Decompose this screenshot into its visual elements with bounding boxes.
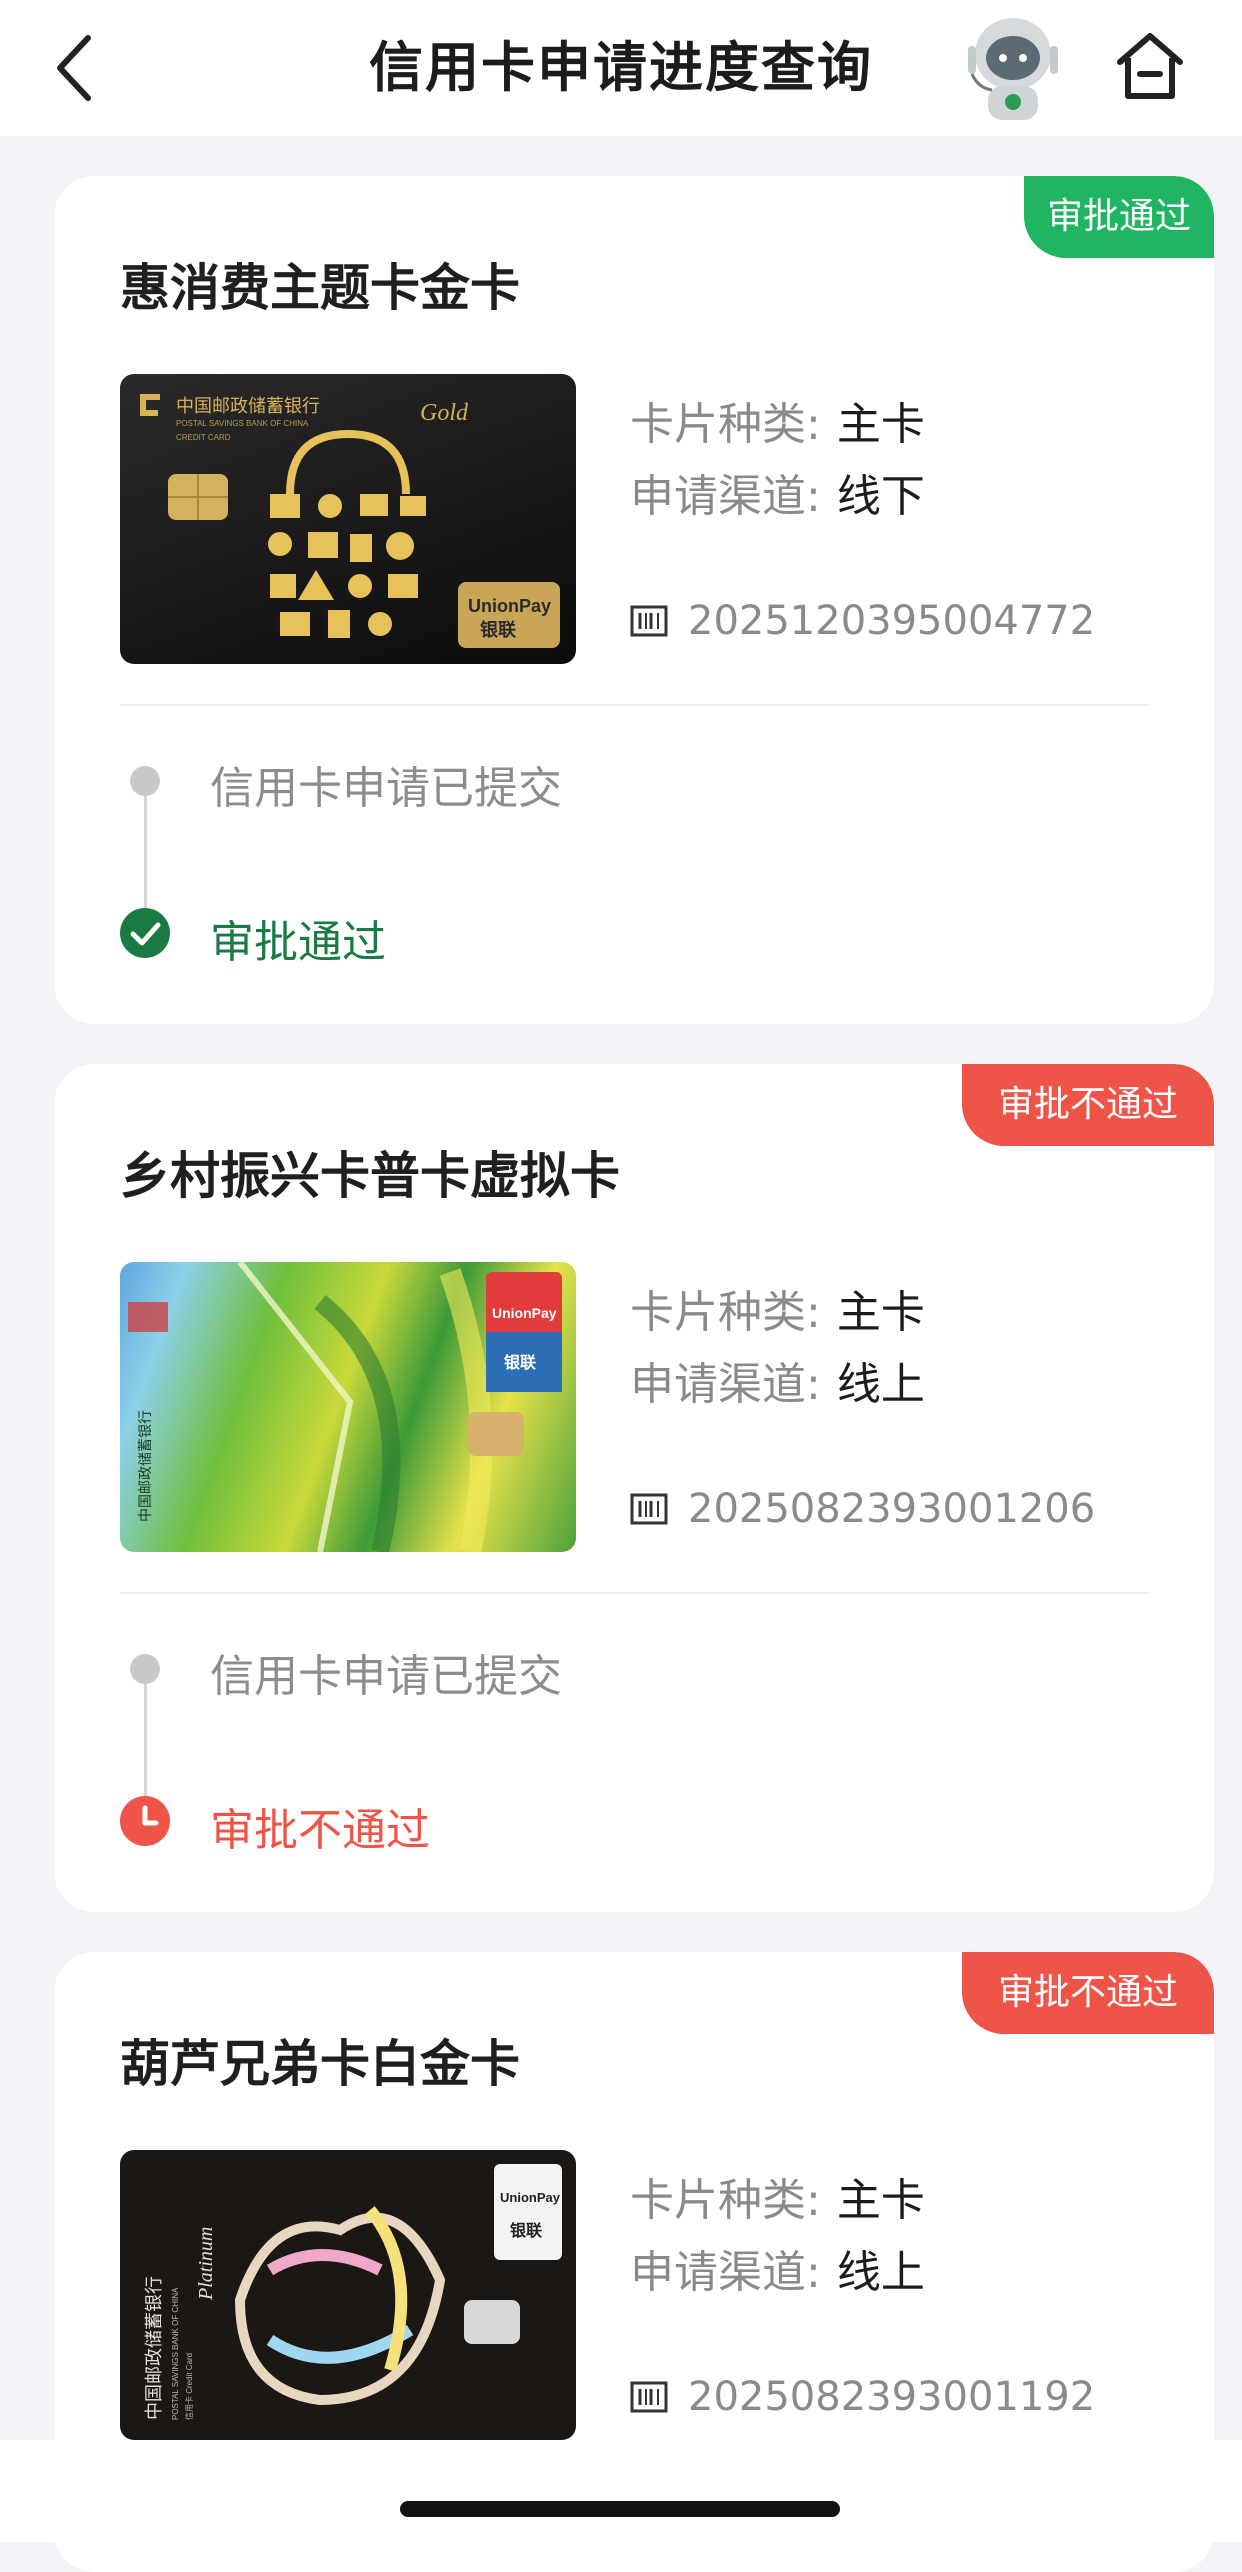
network-name-cn: 银联 [510, 2221, 542, 2240]
divider [120, 1592, 1148, 1594]
card-image: 中国邮政储蓄银行 POSTAL SAVINGS BANK OF CHINA 信用… [120, 2150, 576, 2440]
network-name-cn: 银联 [504, 1353, 536, 1372]
network-name-cn: 银联 [480, 619, 516, 640]
card-type-label: 卡片种类: [630, 1287, 821, 1338]
step-line [144, 796, 147, 916]
bank-name-en: POSTAL SAVINGS BANK OF CHINA [171, 2287, 180, 2420]
step-dot [130, 1654, 160, 1684]
channel-value: 线上 [836, 1359, 925, 1410]
step-dot [130, 766, 160, 796]
check-circle-icon [120, 908, 170, 958]
card-tier: Gold [420, 400, 469, 426]
robot-assistant-icon [968, 18, 1058, 120]
card-subtitle: CREDIT CARD [176, 433, 231, 442]
step-line [144, 1684, 147, 1804]
application-card[interactable]: 审批通过 惠消费主题卡金卡 中国邮政储蓄银行 POSTAL SAVINGS BA… [54, 176, 1214, 1024]
card-image: 中国邮政储蓄银行 POSTAL SAVINGS BANK OF CHINA CR… [120, 374, 576, 664]
card-type-row: 卡片种类: 主卡 [630, 1276, 925, 1340]
step-result: 审批不通过 [210, 1805, 430, 1856]
step-result: 审批通过 [210, 917, 386, 968]
channel-row: 申请渠道: 线上 [630, 2236, 925, 2300]
card-image: UnionPay 银联 中国邮政储蓄银行 [120, 1262, 576, 1552]
application-number-text: 2025082393001192 [688, 2374, 1096, 2420]
application-number-text: 2025120395004772 [688, 598, 1096, 644]
clock-icon [120, 1796, 170, 1846]
barcode-icon [630, 1493, 668, 1525]
status-badge: 审批不通过 [962, 1952, 1214, 2034]
card-product-name: 葫芦兄弟卡白金卡 [120, 2035, 520, 2093]
application-number: 2025082393001206 [630, 1486, 1095, 1532]
status-badge: 审批不通过 [962, 1064, 1214, 1146]
card-type-label: 卡片种类: [630, 399, 821, 450]
channel-label: 申请渠道: [630, 2247, 821, 2298]
bank-name-en: POSTAL SAVINGS BANK OF CHINA [176, 419, 309, 428]
card-type-row: 卡片种类: 主卡 [630, 2164, 925, 2228]
application-number-text: 2025082393001206 [688, 1486, 1096, 1532]
assistant-button[interactable] [958, 6, 1068, 126]
channel-label: 申请渠道: [630, 471, 821, 522]
bank-name: 中国邮政储蓄银行 [144, 2276, 164, 2420]
card-subtitle: 信用卡 Credit Card [184, 2353, 194, 2420]
home-icon [1117, 33, 1183, 99]
network-name: UnionPay [500, 2190, 561, 2205]
card-product-name: 乡村振兴卡普卡虚拟卡 [120, 1147, 620, 1205]
step-submitted: 信用卡申请已提交 [210, 1651, 562, 1702]
channel-value: 线上 [836, 2247, 925, 2298]
nav-bar: 信用卡申请进度查询 [0, 0, 1242, 136]
card-type-value: 主卡 [836, 1287, 925, 1338]
channel-row: 申请渠道: 线下 [630, 460, 925, 524]
home-button[interactable] [1112, 28, 1188, 104]
application-number: 2025082393001192 [630, 2374, 1095, 2420]
home-indicator-area [0, 2440, 1242, 2542]
status-badge: 审批通过 [1024, 176, 1214, 258]
home-indicator[interactable] [400, 2501, 840, 2517]
step-submitted: 信用卡申请已提交 [210, 763, 562, 814]
divider [120, 704, 1148, 706]
barcode-icon [630, 605, 668, 637]
card-product-name: 惠消费主题卡金卡 [120, 259, 520, 317]
application-number: 2025120395004772 [630, 598, 1095, 644]
card-type-value: 主卡 [836, 399, 925, 450]
card-type-row: 卡片种类: 主卡 [630, 388, 925, 452]
network-name: UnionPay [468, 596, 551, 616]
network-name: UnionPay [492, 1305, 557, 1321]
channel-label: 申请渠道: [630, 1359, 821, 1410]
card-type-label: 卡片种类: [630, 2175, 821, 2226]
barcode-icon [630, 2381, 668, 2413]
application-card[interactable]: 审批不通过 乡村振兴卡普卡虚拟卡 UnionPay 银联 中国邮政储蓄银行 卡片… [54, 1064, 1214, 1912]
bank-name: 中国邮政储蓄银行 [137, 1410, 153, 1522]
card-tier: Platinum [195, 2227, 217, 2301]
channel-row: 申请渠道: 线上 [630, 1348, 925, 1412]
bank-name: 中国邮政储蓄银行 [176, 396, 320, 416]
card-type-value: 主卡 [836, 2175, 925, 2226]
channel-value: 线下 [836, 471, 925, 522]
